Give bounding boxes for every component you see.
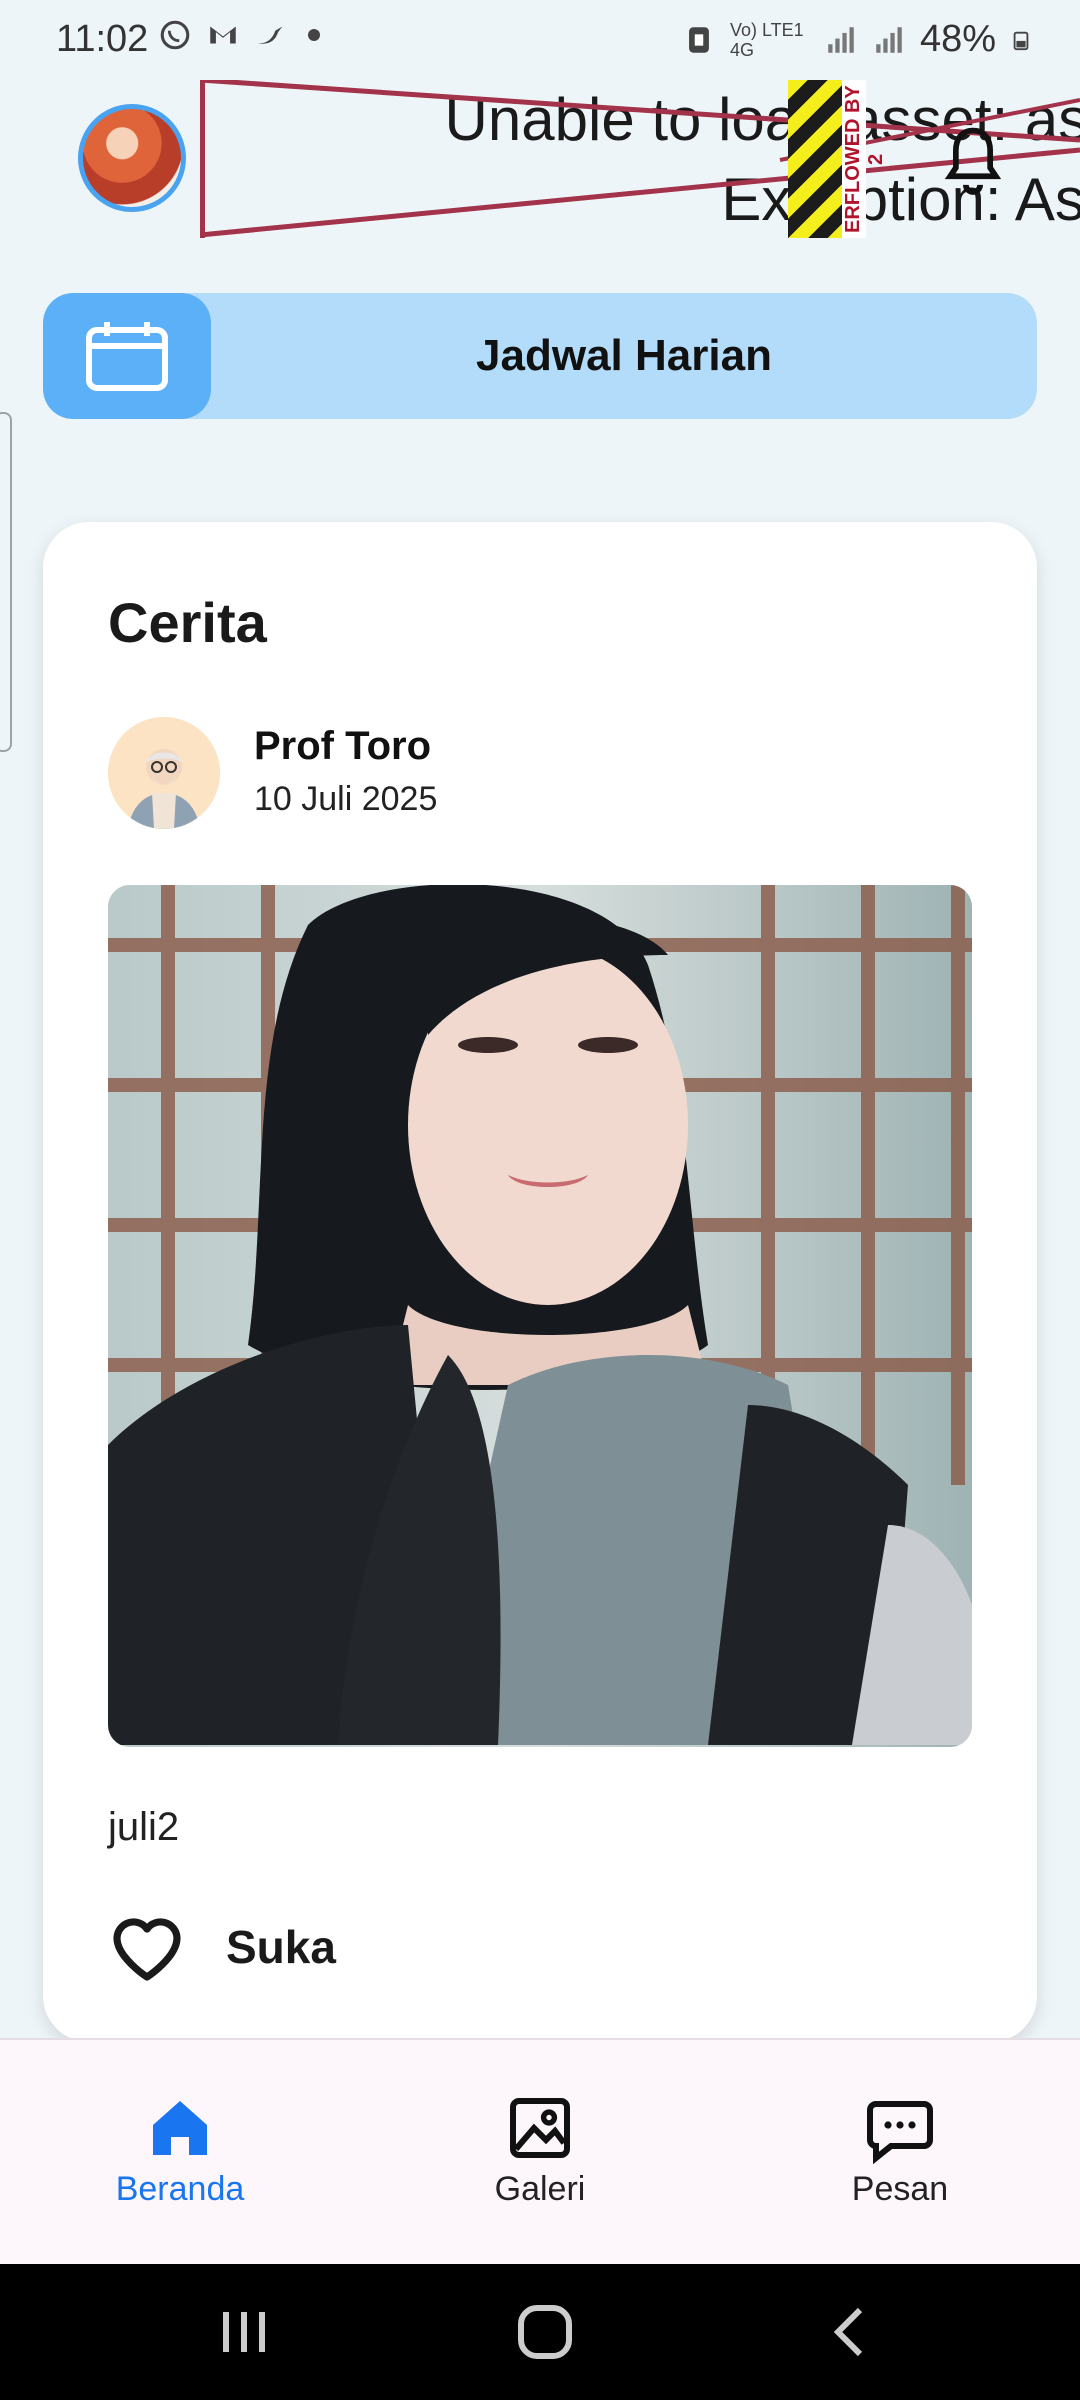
- post-date: 10 Juli 2025: [254, 780, 438, 818]
- schedule-icon-box: [43, 293, 211, 419]
- status-system-indicators: Vo) LTE1 4G 48%: [682, 18, 1032, 61]
- app-header: Unable to load asset: assets/ Exception:…: [0, 80, 1080, 250]
- back-icon[interactable]: [820, 2304, 880, 2360]
- home-icon: [153, 2101, 207, 2155]
- portrait-photo: [108, 885, 972, 1747]
- author-avatar[interactable]: [108, 717, 220, 829]
- overflow-label: ERFLOWED BY 2: [842, 80, 887, 238]
- bottom-navigation: Beranda Galeri Pesan: [0, 2038, 1080, 2266]
- nav-label-beranda: Beranda: [115, 2170, 245, 2208]
- battery-icon: [1013, 31, 1029, 50]
- schedule-label: Jadwal Harian: [476, 331, 772, 380]
- status-notification-icons: [158, 18, 320, 52]
- nav-label-pesan: Pesan: [851, 2170, 949, 2208]
- like-button[interactable]: Suka: [108, 1907, 336, 1987]
- calendar-icon: [86, 322, 168, 391]
- status-bar: 11:02 Vo) LTE1 4G 48%: [0, 0, 1080, 80]
- data-saver-icon: [689, 26, 709, 53]
- whatsapp-icon: [160, 20, 190, 50]
- section-title: Cerita: [108, 591, 267, 654]
- author-name: Prof Toro: [254, 724, 432, 768]
- battery-percent: 48%: [919, 18, 996, 60]
- more-notifications-dot: [308, 29, 320, 41]
- message-icon: [867, 2101, 933, 2164]
- gallery-icon: [510, 2098, 570, 2158]
- home-button-icon[interactable]: [515, 2304, 575, 2360]
- overflow-hazard-stripe: [788, 80, 844, 238]
- professor-illustration: [108, 717, 220, 829]
- signal-icon-2: [876, 26, 902, 53]
- heart-icon: [113, 1918, 181, 1981]
- like-label: Suka: [226, 1921, 336, 1973]
- bell-icon[interactable]: [938, 122, 1008, 202]
- nav-item-pesan[interactable]: Pesan: [800, 2092, 1000, 2209]
- nav-item-galeri[interactable]: Galeri: [440, 2092, 640, 2209]
- recent-apps-icon[interactable]: [214, 2304, 274, 2360]
- bird-app-icon: [258, 26, 283, 44]
- edge-panel-handle[interactable]: [0, 412, 12, 752]
- gmail-icon: [210, 26, 236, 44]
- status-time: 11:02: [56, 18, 149, 60]
- signal-icon: [828, 26, 854, 53]
- daily-schedule-button[interactable]: Jadwal Harian: [43, 293, 1037, 419]
- profile-avatar[interactable]: [78, 104, 186, 212]
- story-card: Cerita Prof Toro 10 Juli 2025 juli2 Suka: [43, 522, 1037, 2042]
- post-photo[interactable]: [108, 885, 972, 1747]
- nav-label-galeri: Galeri: [494, 2170, 586, 2208]
- nav-item-beranda[interactable]: Beranda: [80, 2092, 280, 2209]
- system-navigation-bar: [0, 2264, 1080, 2400]
- post-caption: juli2: [108, 1805, 180, 1849]
- network-type: Vo) LTE1 4G: [729, 19, 804, 60]
